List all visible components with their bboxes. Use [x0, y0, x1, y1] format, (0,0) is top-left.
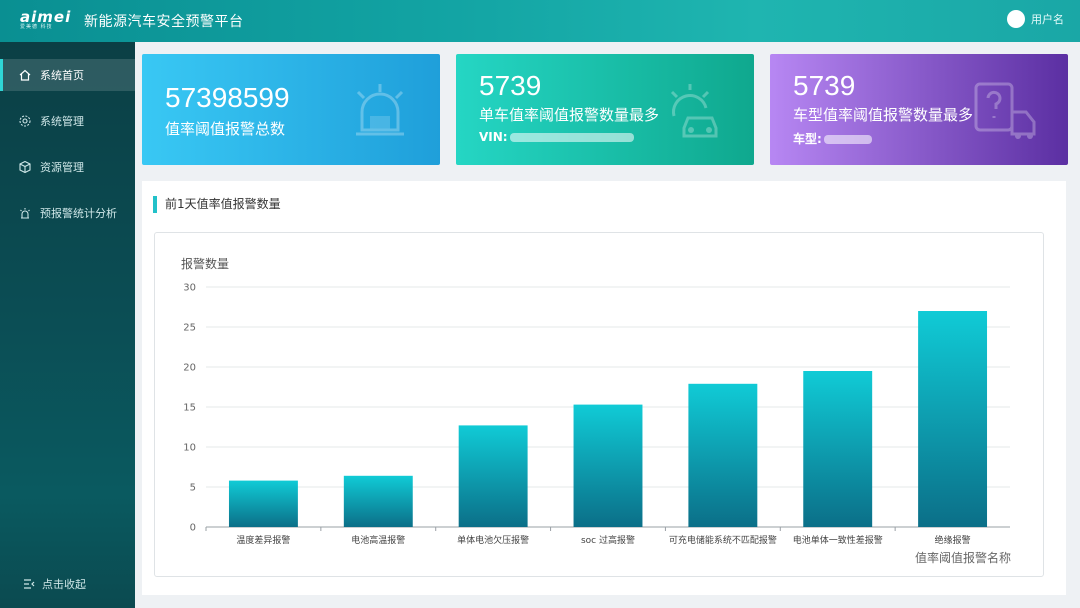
sidebar-item-label: 系统管理 — [40, 115, 84, 128]
stat-label: 单车值率阈值报警数量最多 — [479, 106, 660, 124]
sidebar-item-alarm-stats[interactable]: 预报警统计分析 — [0, 197, 135, 229]
x-tick-label: 电池单体一致性差报警 — [793, 534, 883, 546]
vin-label: VIN: — [479, 130, 508, 144]
bar-chart: 报警数量 值率阈值报警名称 0 5 10 15 20 25 30 温度差异报警 电池高温报警 单… — [181, 256, 1011, 565]
bar-4[interactable] — [573, 404, 643, 527]
x-tick-label: 单体电池欠压报警 — [457, 534, 529, 546]
y-tick-label: 5 — [190, 483, 196, 494]
y-tick-label: 10 — [183, 443, 196, 454]
bar-1[interactable] — [228, 480, 298, 527]
siren-icon — [348, 78, 412, 146]
bar-7[interactable] — [918, 311, 988, 527]
home-icon — [18, 68, 32, 82]
car-alarm-icon — [660, 78, 726, 146]
sidebar-item-resources[interactable]: 资源管理 — [0, 151, 135, 183]
top-header: aimei 爱美德 科技 新能源汽车安全预警平台 用户名 — [0, 0, 1080, 42]
app-title: 新能源汽车安全预警平台 — [84, 14, 244, 30]
truck-question-icon — [970, 78, 1040, 148]
stat-card-total-alarms: 57398599 值率阈值报警总数 — [142, 54, 440, 165]
bar-2[interactable] — [343, 475, 413, 527]
stat-value: 57398599 — [165, 82, 290, 113]
sidebar-item-label: 预报警统计分析 — [40, 207, 117, 220]
logo: aimei 爱美德 科技 — [20, 10, 72, 32]
bar-5[interactable] — [688, 383, 758, 527]
vin-redacted — [509, 133, 634, 142]
stat-label: 车型值率阈值报警数量最多 — [793, 106, 974, 124]
cube-icon — [18, 160, 32, 174]
stat-label: 值率阈值报警总数 — [165, 120, 286, 138]
x-tick-label: 绝缘报警 — [935, 534, 971, 546]
sidebar-item-system[interactable]: 系统管理 — [0, 105, 135, 137]
user-menu[interactable]: 用户名 — [1007, 10, 1064, 28]
stat-card-single-vehicle: 5739 单车值率阈值报警数量最多 VIN: — [456, 54, 754, 165]
y-tick-label: 30 — [183, 283, 196, 294]
y-tick-label: 25 — [183, 323, 196, 334]
gear-icon — [18, 114, 32, 128]
collapse-label: 点击收起 — [42, 578, 86, 591]
x-tick-label: 可充电储能系统不匹配报警 — [669, 534, 777, 546]
bar-6[interactable] — [803, 371, 873, 527]
stat-card-vehicle-model: 5739 车型值率阈值报警数量最多 车型: — [770, 54, 1068, 165]
sidebar-item-label: 系统首页 — [40, 69, 84, 82]
model-label: 车型: — [793, 132, 822, 146]
alarm-icon — [18, 206, 32, 220]
sidebar-nav: 系统首页 系统管理 资源管理 预报警统计分析 — [0, 42, 135, 229]
username[interactable]: 用户名 — [1031, 11, 1064, 27]
y-axis-label: 报警数量 — [181, 256, 229, 271]
chart-container: 报警数量 值率阈值报警名称 0 5 10 15 20 25 30 温度差异报警 电池高温报警 单… — [154, 232, 1044, 577]
x-axis-label: 值率阈值报警名称 — [915, 550, 1011, 565]
alarm-chart-panel: 前1天值率值报警数量 报警数量 值率阈值报警名称 0 5 10 15 20 25 30 温度… — [142, 181, 1066, 595]
stat-value: 5739 — [793, 70, 856, 101]
logo-mark: aimei — [20, 8, 72, 26]
model-redacted — [823, 135, 872, 144]
collapse-icon — [22, 577, 36, 591]
x-tick-label: soc 过高报警 — [581, 534, 635, 546]
x-tick-label: 电池高温报警 — [351, 534, 405, 546]
y-tick-label: 0 — [190, 523, 196, 534]
y-tick-label: 15 — [183, 403, 196, 414]
sidebar-item-home[interactable]: 系统首页 — [0, 59, 135, 91]
sidebar: 系统首页 系统管理 资源管理 预报警统计分析 点击收起 — [0, 42, 135, 608]
y-tick-label: 20 — [183, 363, 196, 374]
collapse-sidebar-button[interactable]: 点击收起 — [22, 576, 86, 592]
sidebar-item-label: 资源管理 — [40, 161, 84, 174]
stat-value: 5739 — [479, 70, 542, 101]
x-tick-label: 温度差异报警 — [236, 534, 290, 546]
avatar[interactable] — [1007, 10, 1025, 28]
vin-line: VIN: — [479, 130, 634, 144]
panel-title: 前1天值率值报警数量 — [153, 196, 281, 213]
bar-3[interactable] — [458, 425, 528, 527]
model-line: 车型: — [793, 130, 872, 147]
